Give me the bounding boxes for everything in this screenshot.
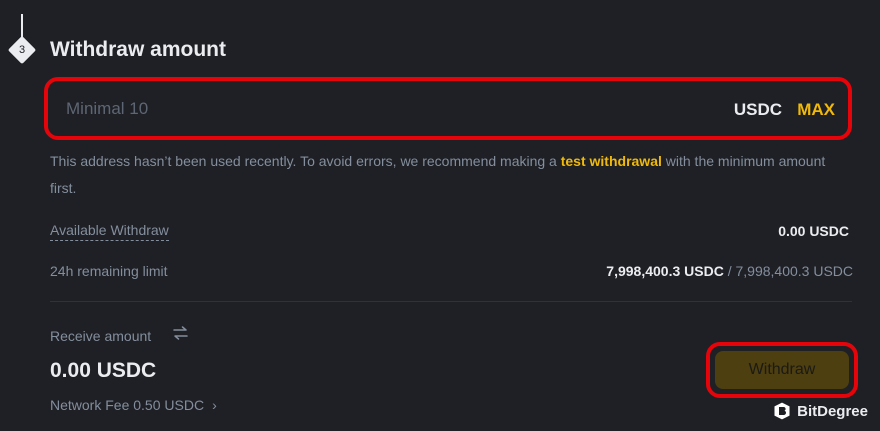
withdraw-amount-field[interactable]: USDC MAX: [44, 77, 852, 140]
watermark-text: BitDegree: [797, 402, 868, 420]
currency-unit: USDC: [733, 100, 782, 119]
notice-text-before: This address hasn’t been used recently. …: [50, 153, 561, 169]
withdraw-button[interactable]: Withdraw: [715, 351, 849, 389]
receive-amount-label: Receive amount: [50, 328, 152, 344]
total-limit-amount: / 7,998,400.3 USDC: [723, 263, 853, 279]
available-withdraw-value: 0.00 USDC: [778, 223, 849, 239]
chevron-right-icon: ›: [212, 397, 217, 413]
step-connector-line: [21, 14, 23, 38]
remaining-limit-value: 7,998,400.3 USDC / 7,998,400.3 USDC: [606, 263, 853, 279]
max-button[interactable]: MAX: [797, 100, 835, 120]
remaining-limit-label: 24h remaining limit: [50, 263, 168, 279]
step-number: 3: [18, 44, 26, 56]
section-divider: [50, 301, 852, 302]
section-title: Withdraw amount: [50, 38, 226, 61]
address-warning-notice: This address hasn’t been used recently. …: [50, 148, 840, 202]
network-fee-text: Network Fee 0.50 USDC: [50, 397, 205, 413]
bitdegree-watermark: BitDegree: [773, 400, 868, 422]
test-withdrawal-link[interactable]: test withdrawal: [561, 153, 662, 169]
withdraw-button-highlight: Withdraw: [706, 342, 858, 398]
amount-input[interactable]: [66, 95, 626, 123]
receive-amount-value: 0.00 USDC: [50, 359, 157, 382]
remaining-limit-amount: 7,998,400.3 USDC: [606, 263, 724, 279]
available-withdraw-label[interactable]: Available Withdraw: [50, 222, 169, 241]
swap-arrows-icon[interactable]: [172, 326, 189, 340]
network-fee-link[interactable]: Network Fee 0.50 USDC ›: [50, 397, 217, 413]
bitdegree-logo-icon: [773, 401, 791, 421]
